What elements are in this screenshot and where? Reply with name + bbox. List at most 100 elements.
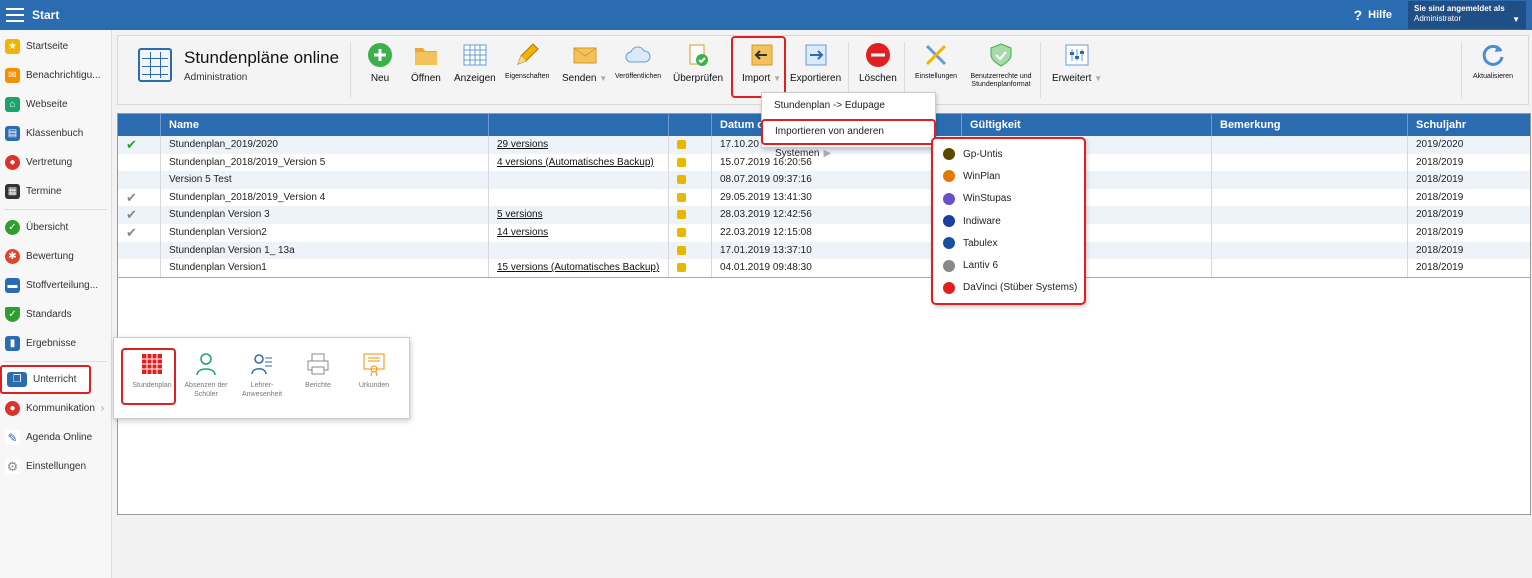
user-menu[interactable]: Sie sind angemeldet als Administrator ▼ (1408, 1, 1526, 29)
hamburger-menu-icon[interactable] (6, 8, 24, 22)
ueberpruefen-label: Überprüfen (673, 73, 724, 84)
sidebar-item-label: Ergebnisse (26, 338, 77, 349)
column-header-check[interactable] (118, 114, 161, 136)
table-row[interactable]: Stundenplan Version1 15 versions (Automat… (118, 259, 1530, 277)
column-header-versions[interactable] (489, 114, 669, 136)
column-header-bemerkung[interactable]: Bemerkung (1212, 114, 1408, 136)
sidebar-item-uebersicht[interactable]: ✓ Übersicht (0, 213, 111, 242)
sidebar-divider (4, 361, 107, 362)
row-versions-link-text[interactable]: 4 versions (Automatisches Backup) (497, 157, 654, 168)
teacher-icon (251, 354, 272, 375)
aktualisieren-button[interactable]: Aktualisieren (1473, 42, 1513, 80)
eigenschaften-label: Eigenschaften (505, 73, 550, 80)
sidebar-item-webseite[interactable]: ⌂ Webseite (0, 90, 111, 119)
menu-item-system[interactable]: Indiware (933, 210, 1084, 232)
column-header-lock[interactable] (669, 114, 712, 136)
start-link[interactable]: Start (32, 8, 59, 22)
popup-item-absenzen[interactable]: Absenzen der Schüler (178, 352, 234, 399)
book-icon: ▤ (5, 126, 20, 141)
table-row[interactable]: ✔ Stundenplan Version2 14 versions 22.03.20… (118, 223, 1530, 242)
senden-button[interactable]: Senden ▼ (562, 42, 607, 84)
person-icon: ● (5, 155, 20, 170)
loeschen-button[interactable]: Löschen (859, 42, 897, 84)
sidebar-item-ergebnisse[interactable]: ▮ Ergebnisse (0, 329, 111, 358)
sidebar-item-kommunikation[interactable]: ● Kommunikation › (0, 394, 111, 423)
anzeigen-label: Anzeigen (454, 73, 496, 84)
row-check-icon: ✔ (118, 223, 161, 242)
menu-item-edupage[interactable]: Stundenplan -> Edupage (762, 93, 935, 119)
row-versions-link[interactable] (489, 241, 669, 260)
system-logo-icon (943, 192, 955, 205)
erweitert-button[interactable]: Erweitert ▼ (1052, 42, 1102, 84)
row-versions-link-text[interactable]: 29 versions (497, 139, 548, 150)
veroeffentlichen-button[interactable]: Veröffentlichen (615, 42, 661, 80)
menu-item-system[interactable]: Gp-Untis (933, 143, 1084, 165)
sidebar-item-termine[interactable]: ▦ Termine (0, 177, 111, 206)
menu-item-system[interactable]: WinPlan (933, 165, 1084, 187)
sidebar-item-vertretung[interactable]: ● Vertretung (0, 148, 111, 177)
einstellungen-button[interactable]: Einstellungen (915, 42, 957, 80)
row-versions-link[interactable]: 14 versions (489, 223, 669, 242)
sidebar-item-label: Vertretung (26, 157, 73, 168)
lock-icon (669, 241, 712, 260)
popup-item-berichte[interactable]: Berichte (290, 352, 346, 390)
sidebar-item-einstellungen[interactable]: ⚙ Einstellungen (0, 452, 111, 481)
row-versions-link[interactable]: 15 versions (Automatisches Backup) (489, 259, 669, 277)
column-header-schuljahr[interactable]: Schuljahr (1408, 114, 1530, 136)
menu-item-label: WinStupas (963, 193, 1012, 205)
row-versions-link-text[interactable]: 15 versions (Automatisches Backup) (497, 262, 659, 273)
row-name-text: Stundenplan Version2 (169, 226, 267, 238)
sidebar-item-unterricht[interactable]: ❐ Unterricht (0, 365, 91, 394)
table-row[interactable]: ✔ Stundenplan Version 3 5 versions 28.03.20… (118, 206, 1530, 224)
popup-item-label: Lehrer-Anwesenheit (241, 382, 283, 398)
sidebar-item-benachrichtigungen[interactable]: ✉ Benachrichtigu... (0, 61, 111, 90)
benutzerrechte-button[interactable]: Benutzerrechte und Stundenplanformat (968, 42, 1034, 89)
help-label: Hilfe (1368, 9, 1392, 21)
row-date: 22.03.2019 12:15:08 (712, 223, 962, 242)
sidebar-item-stoffverteilung[interactable]: ▬ Stoffverteilung... (0, 271, 111, 300)
eigenschaften-button[interactable]: Eigenschaften (505, 42, 549, 80)
sidebar-item-agenda-online[interactable]: ✎ Agenda Online (0, 423, 111, 452)
sidebar-item-startseite[interactable]: ★ Startseite (0, 32, 111, 61)
popup-item-lehrer-anwesenheit[interactable]: Lehrer-Anwesenheit (234, 352, 290, 399)
help-icon: ? (1353, 7, 1363, 23)
sidebar-item-label: Einstellungen (26, 461, 87, 472)
sidebar-item-bewertung[interactable]: ✱ Bewertung (0, 242, 111, 271)
oeffnen-button[interactable]: Öffnen (411, 42, 441, 84)
menu-item-other-systems[interactable]: Importieren von anderen Systemen ▶ (761, 119, 936, 159)
table-row[interactable]: Stundenplan Version 1_ 13a 17.01.2019 13:… (118, 241, 1530, 260)
row-name-text: Stundenplan_2019/2020 (169, 139, 278, 150)
row-versions-link[interactable]: 29 versions (489, 136, 669, 154)
column-header-name[interactable]: Name (161, 114, 489, 136)
sidebar-item-label: Termine (26, 186, 62, 197)
sidebar-item-standards[interactable]: ✓ Standards (0, 300, 111, 329)
table-row[interactable]: ✔ Stundenplan_2018/2019_Version 4 29.05.20… (118, 188, 1530, 207)
row-name: Stundenplan_2019/2020 (161, 136, 489, 154)
row-check-icon-text: ✔ (126, 189, 137, 205)
ueberpruefen-button[interactable]: Überprüfen (673, 42, 723, 84)
menu-item-system[interactable]: DaVinci (Stüber Systems) (933, 277, 1084, 299)
row-versions-link-text[interactable]: 5 versions (497, 209, 543, 220)
row-schuljahr-text: 2018/2019 (1416, 191, 1464, 203)
column-header-gueltigkeit[interactable]: Gültigkeit (962, 114, 1212, 136)
row-versions-link[interactable]: 4 versions (Automatisches Backup) (489, 153, 669, 172)
menu-item-system[interactable]: WinStupas (933, 188, 1084, 210)
row-versions-link[interactable] (489, 171, 669, 189)
row-date-text: 08.07.2019 09:37:16 (720, 174, 812, 186)
menu-item-system[interactable]: Tabulex (933, 232, 1084, 254)
anzeigen-button[interactable]: Anzeigen (454, 42, 496, 84)
neu-button[interactable]: Neu (367, 42, 393, 84)
system-logo-icon (943, 148, 955, 161)
row-schuljahr-text: 2018/2019 (1416, 156, 1464, 168)
erweitert-label: Erweitert ▼ (1052, 73, 1103, 84)
row-versions-link[interactable]: 5 versions (489, 206, 669, 224)
menu-item-system[interactable]: Lantiv 6 (933, 254, 1084, 276)
row-versions-link-text[interactable]: 14 versions (497, 227, 548, 238)
sidebar-item-klassenbuch[interactable]: ▤ Klassenbuch (0, 119, 111, 148)
row-versions-link[interactable] (489, 188, 669, 207)
exportieren-button[interactable]: Exportieren (790, 42, 841, 84)
row-date-text: 17.10.20 (720, 139, 759, 150)
popup-item-urkunden[interactable]: Urkunden (346, 352, 402, 390)
table-row[interactable]: Version 5 Test 08.07.2019 09:37:16 2018/20… (118, 171, 1530, 189)
help-button[interactable]: ? Hilfe (1354, 7, 1392, 23)
